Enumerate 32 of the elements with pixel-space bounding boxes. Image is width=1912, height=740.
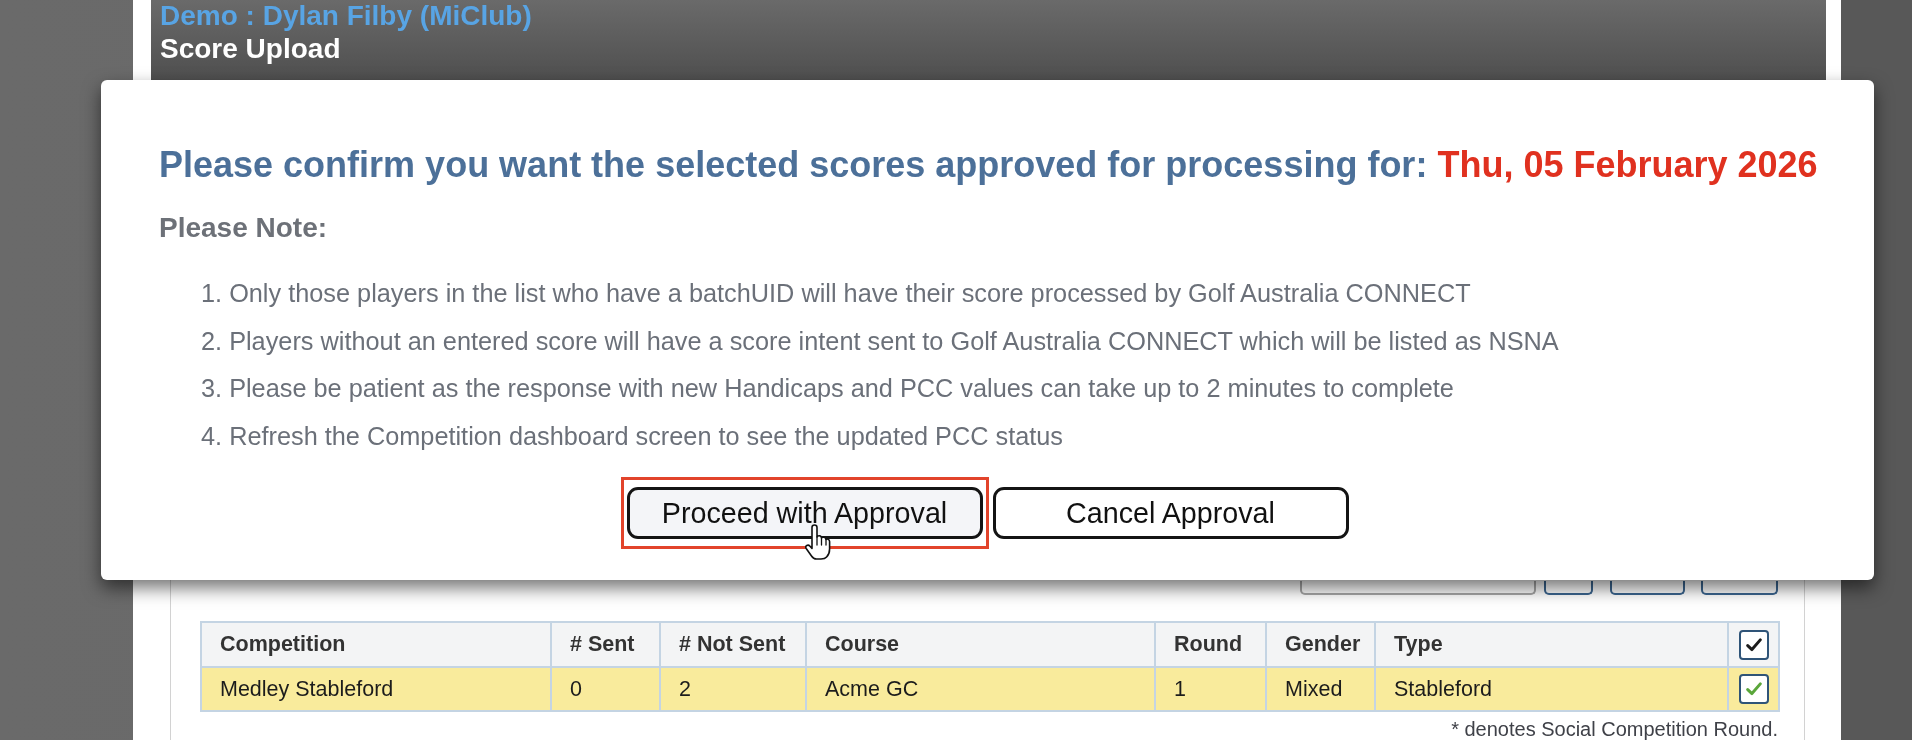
- hand-cursor-icon: [803, 524, 831, 560]
- table-cell: 0: [551, 667, 660, 711]
- checkmark-icon: [1745, 637, 1762, 652]
- table-row[interactable]: Medley Stableford 0 2 Acme GC 1 Mixed Stableford: [201, 667, 1779, 711]
- table-cell: 1: [1155, 667, 1266, 711]
- table-cell: 2: [660, 667, 806, 711]
- checkmark-icon: [1745, 682, 1762, 696]
- table-cell: Medley Stableford: [201, 667, 551, 711]
- table-cell: Stableford: [1375, 667, 1728, 711]
- column-header[interactable]: Type: [1375, 622, 1728, 667]
- dialog-button[interactable]: Proceed with Approval: [626, 487, 983, 539]
- column-header[interactable]: Round: [1155, 622, 1266, 667]
- note-item: 2. Players without an entered score will have a score intent sent to Golf Australia CONNECT which will be listed as NSNA: [201, 325, 1559, 357]
- date-text: Thu, 05 February 2026: [1437, 144, 1818, 186]
- note-item: 1. Only those players in the list who have a batchUID will have their score processed by Golf Australia CONNECT: [201, 278, 1471, 309]
- account-name: Demo : Dylan Filby (MiClub): [160, 0, 532, 32]
- table-cell: Mixed: [1266, 667, 1375, 711]
- column-header[interactable]: # Not Sent: [660, 622, 806, 667]
- row-checkbox[interactable]: [1738, 674, 1769, 704]
- note-heading: Please Note:: [159, 212, 328, 244]
- note-item: 4. Refresh the Competition dashboard screen to see the updated PCC status: [201, 420, 1063, 452]
- dialog-heading: Please confirm you want the selected scores approved for processing for:: [159, 144, 1428, 186]
- column-header[interactable]: # Sent: [551, 622, 660, 667]
- column-header[interactable]: Competition: [201, 622, 551, 667]
- select-all-checkbox[interactable]: [1738, 629, 1769, 660]
- page-title: Score Upload: [160, 32, 341, 66]
- column-header[interactable]: Course: [806, 622, 1155, 667]
- dialog-button[interactable]: Cancel Approval: [992, 487, 1349, 539]
- footnote-text: * denotes Social Competition Round.: [1450, 718, 1778, 740]
- note-item: 3. Please be patient as the response with new Handicaps and PCC values can take up to 2 minutes to complete: [201, 373, 1454, 404]
- table-cell: Acme GC: [806, 667, 1155, 711]
- column-header[interactable]: Gender: [1266, 622, 1375, 667]
